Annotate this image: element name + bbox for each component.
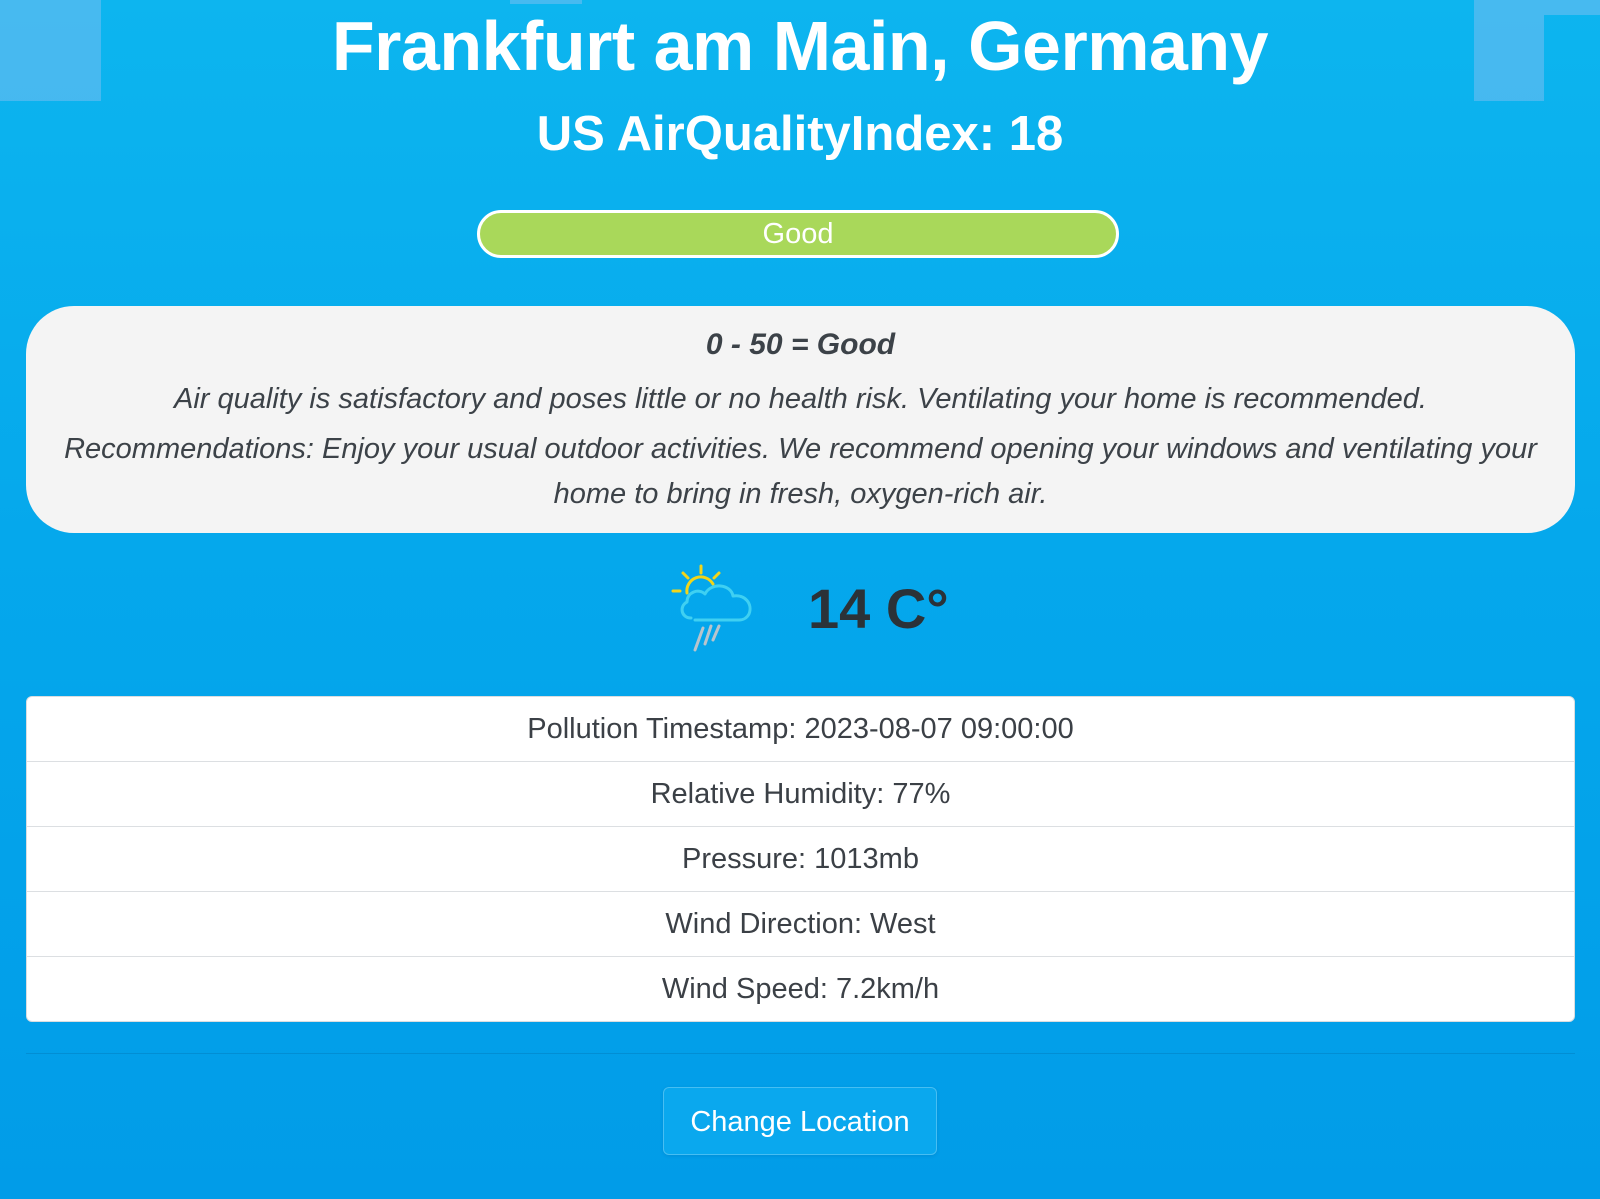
aqi-range-label: 0 - 50 = Good [705,328,896,361]
divider [26,1053,1575,1054]
aqi-info-card: 0 - 50 = Good Air quality is satisfactor… [26,306,1575,533]
weather-summary: 14 C° [0,560,1600,670]
weather-details-list: Pollution Timestamp: 2023-08-07 09:00:00… [26,696,1575,1022]
temperature-value: 14 C° [808,577,949,640]
relative-humidity: Relative Humidity: 77% [27,762,1574,827]
location-title: Frankfurt am Main, Germany [331,7,1269,85]
change-location-button[interactable]: Change Location [663,1087,937,1155]
sun-cloud-rain-icon [671,564,752,652]
wind-speed: Wind Speed: 7.2km/h [661,973,940,1005]
wind-direction: Wind Direction: West [27,892,1574,957]
aqi-description: Air quality is satisfactory and poses li… [174,383,1427,415]
pollution-timestamp: Pollution Timestamp: 2023-08-07 09:00:00 [27,697,1574,762]
aqi-value: US AirQualityIndex: 18 [536,107,1064,161]
aqi-status-badge: Good [477,210,1119,258]
pressure: Pressure: 1013mb [27,827,1574,892]
aqi-recommendation: Recommendations: Enjoy your usual outdoo… [64,433,1537,510]
